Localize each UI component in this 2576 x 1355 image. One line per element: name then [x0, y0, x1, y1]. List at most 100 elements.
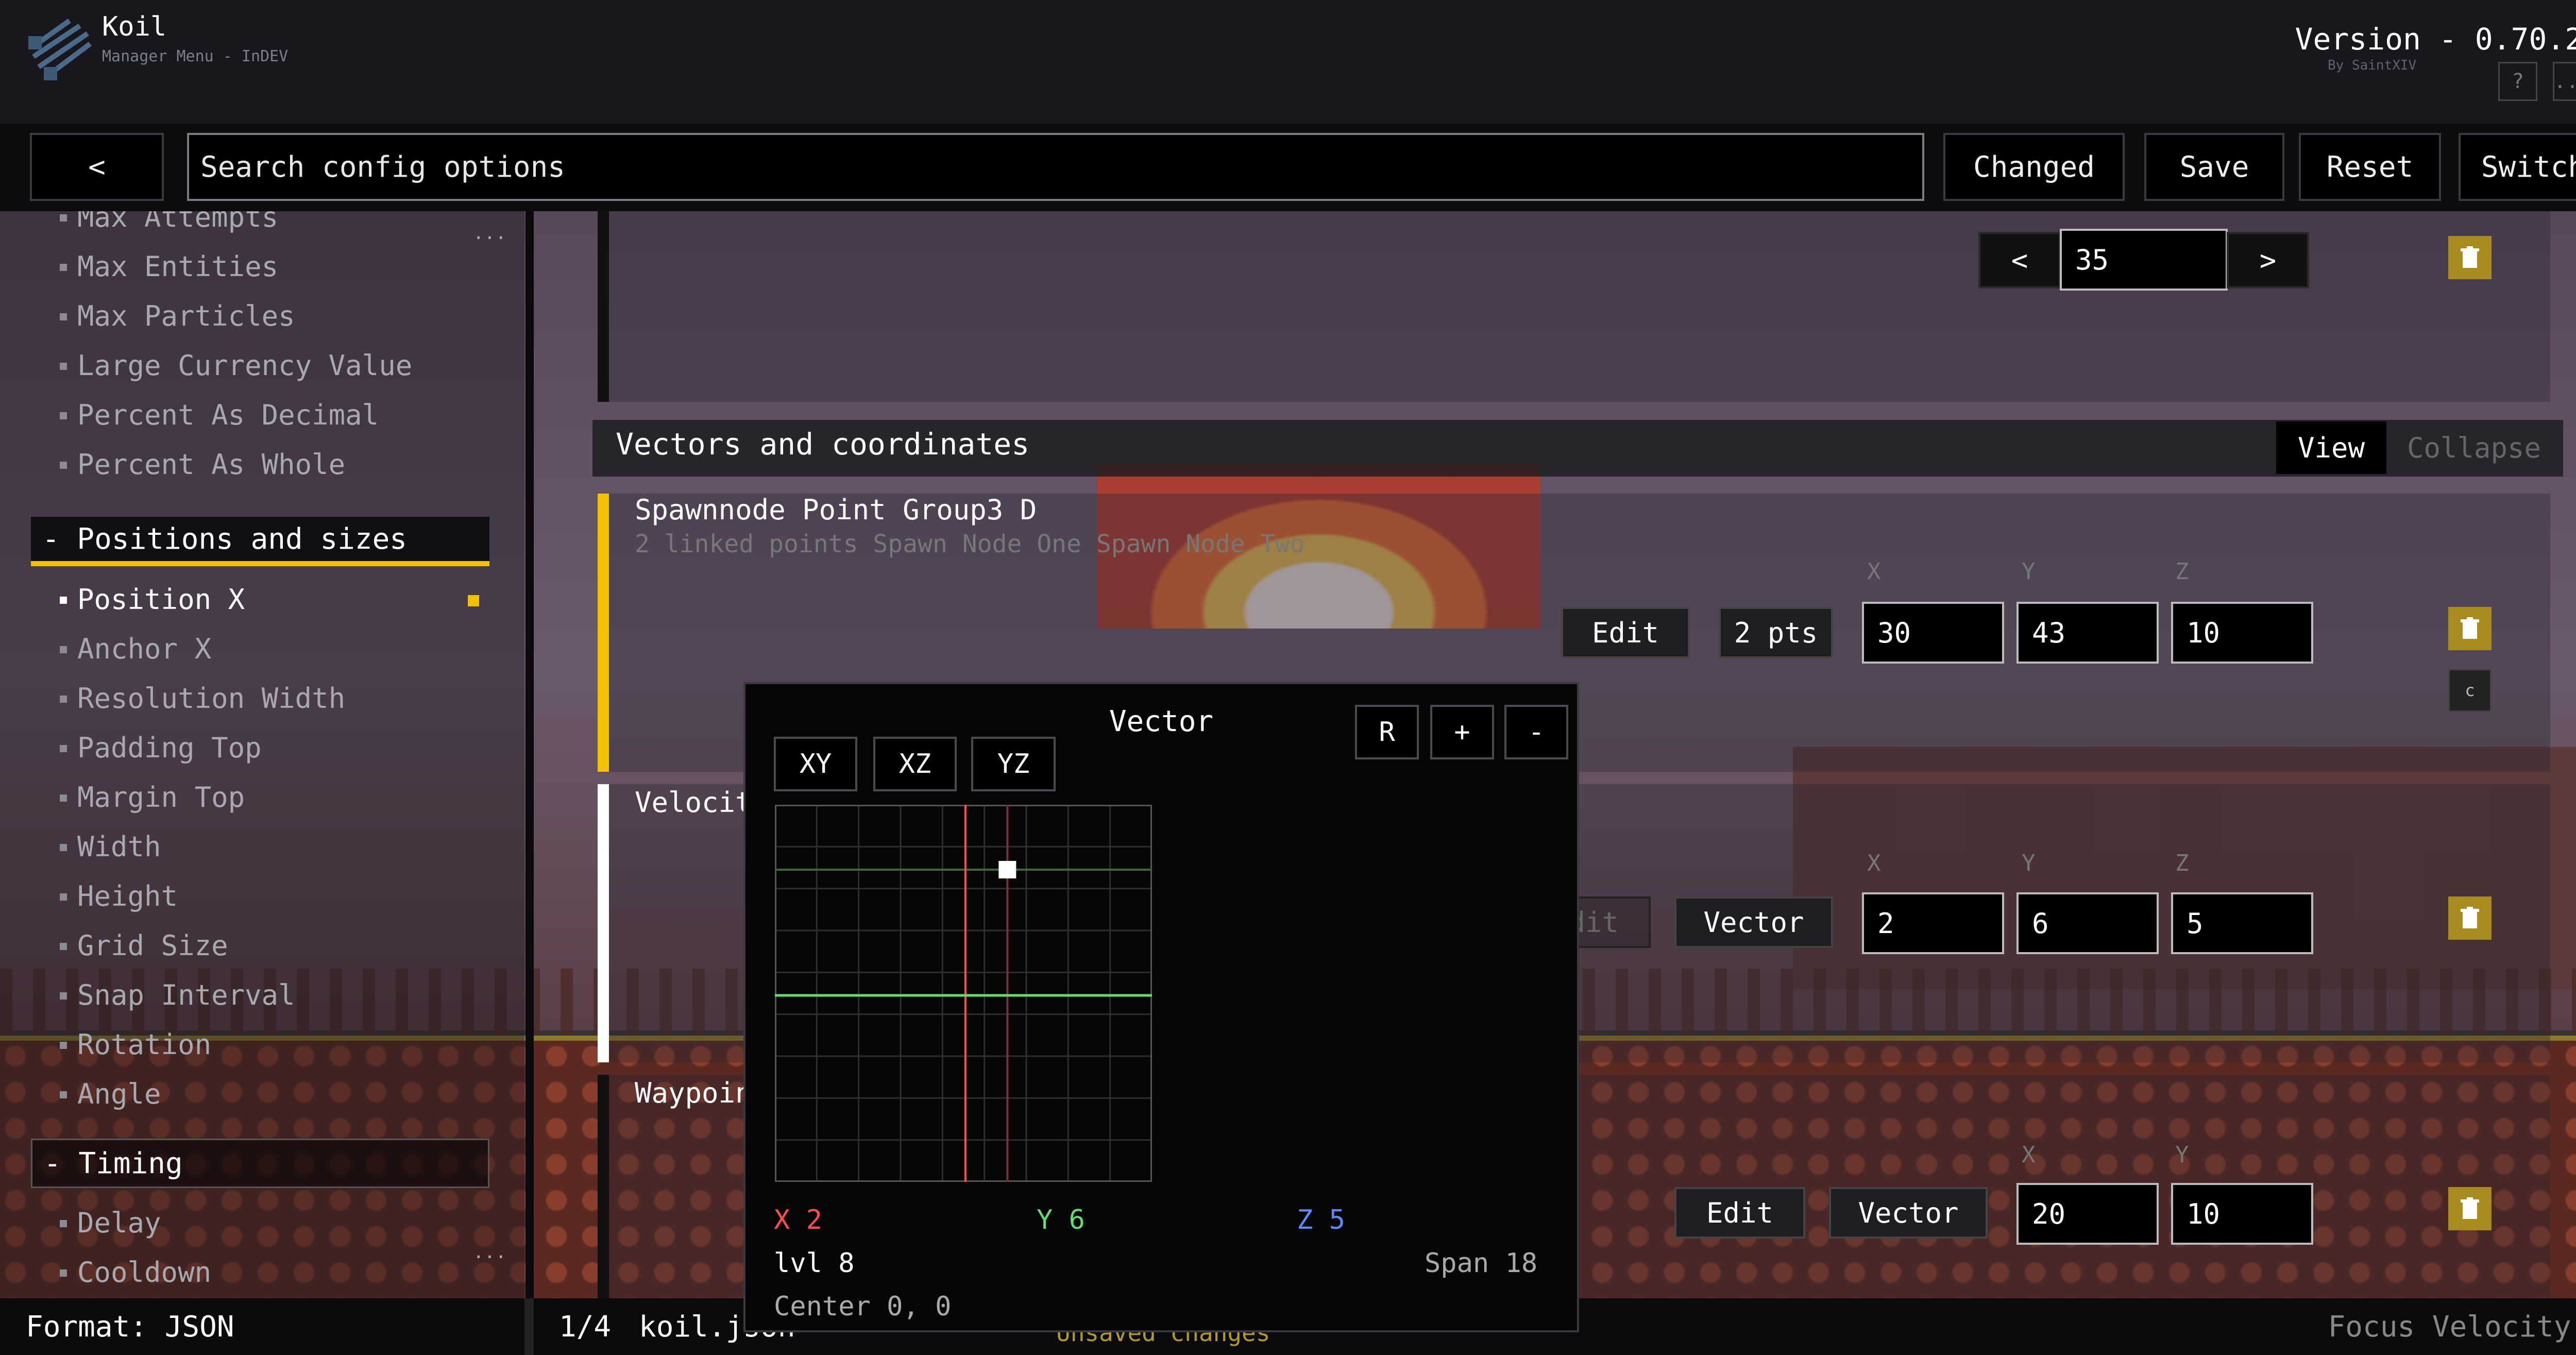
chevron-right-icon: >: [2259, 244, 2277, 277]
card-accent: [598, 1075, 609, 1298]
status-focus: Focus Velocity X: [2328, 1310, 2576, 1344]
delete-button[interactable]: [2448, 236, 2492, 279]
sidebar-item-percent-as-decimal[interactable]: Percent As Decimal: [59, 399, 379, 431]
waypoint-edit-button[interactable]: Edit: [1674, 1187, 1805, 1239]
app-title: Koil: [102, 11, 167, 42]
popup-r-button[interactable]: R: [1355, 705, 1419, 759]
spawnnode-edit-button[interactable]: Edit: [1561, 607, 1690, 658]
y-axis-label: Y: [2022, 850, 2036, 876]
sidebar-section-positions[interactable]: - Positions and sizes: [31, 517, 489, 566]
popup-plus-button[interactable]: +: [1430, 705, 1494, 759]
spawnnode-pts-button[interactable]: 2 pts: [1719, 607, 1833, 658]
sidebar-item-delay[interactable]: Delay: [60, 1207, 161, 1239]
card-accent-changed: [598, 494, 609, 772]
status-divider: [524, 1298, 534, 1355]
help-button[interactable]: ?: [2498, 62, 2537, 101]
tab-xz[interactable]: XZ: [873, 737, 957, 791]
view-button[interactable]: View: [2276, 421, 2386, 474]
stepper-value[interactable]: 35: [2060, 229, 2228, 291]
sidebar-ellipsis[interactable]: ...: [473, 223, 506, 244]
stepper-prev-button[interactable]: <: [1978, 232, 2061, 289]
vector-popup[interactable]: Vector R + - XY XZ YZ X 2 Y 6 Z 5 lvl 8 …: [743, 682, 1579, 1332]
sidebar-item-grid-size[interactable]: Grid Size: [60, 929, 228, 962]
sidebar-divider[interactable]: [526, 211, 534, 1298]
y-axis-label: Y: [2175, 1142, 2189, 1168]
waypoint-y-field[interactable]: 10: [2171, 1183, 2313, 1245]
sidebar-item-width[interactable]: Width: [60, 831, 161, 863]
sidebar-item-height[interactable]: Height: [59, 880, 178, 912]
velocity-y-field[interactable]: 6: [2016, 892, 2159, 954]
span-readout: Span 18: [1425, 1248, 1538, 1279]
sidebar-item-padding-top[interactable]: Padding Top: [60, 732, 262, 764]
sidebar-item-snap-interval[interactable]: Snap Interval: [60, 979, 295, 1011]
waypoint-vector-button[interactable]: Vector: [1829, 1187, 1988, 1239]
y-axis-label: Y: [2022, 558, 2036, 585]
popup-minus-button[interactable]: -: [1504, 705, 1568, 759]
changed-button[interactable]: Changed: [1943, 133, 2125, 201]
z-axis-label: Z: [2175, 850, 2189, 876]
sidebar-item-cooldown[interactable]: Cooldown: [59, 1256, 211, 1289]
search-input[interactable]: [187, 133, 1924, 201]
card-accent-focused: [598, 784, 609, 1062]
more-button[interactable]: ...: [2553, 62, 2576, 101]
sidebar-item-large-currency-value[interactable]: Large Currency Value: [59, 349, 412, 382]
switch-button[interactable]: Switch: [2459, 133, 2576, 201]
zoom-level: lvl 8: [774, 1248, 855, 1279]
spawnnode-z-field[interactable]: 10: [2171, 602, 2313, 664]
status-page: 1/4: [559, 1310, 612, 1344]
app-subtitle: Manager Menu - InDEV: [102, 47, 289, 65]
vector-point-handle[interactable]: [998, 861, 1016, 878]
trash-icon: [2461, 246, 2479, 268]
reset-button[interactable]: Reset: [2299, 133, 2441, 201]
sidebar-ellipsis-bottom[interactable]: ...: [473, 1242, 506, 1263]
spawnnode-title: Spawnnode Point Group3 D: [635, 494, 1037, 526]
sidebar-item-max-attempts[interactable]: Max Attempts: [59, 211, 278, 233]
tab-xy[interactable]: XY: [774, 737, 857, 791]
stepper-next-button[interactable]: >: [2227, 232, 2309, 289]
save-button[interactable]: Save: [2144, 133, 2284, 201]
sidebar-item-position-x[interactable]: Position X: [59, 583, 245, 616]
velocity-vector-button[interactable]: Vector: [1674, 896, 1833, 948]
trash-icon: [2461, 617, 2479, 639]
sidebar-item-max-particles[interactable]: Max Particles: [60, 300, 295, 332]
card-accent: [598, 211, 609, 402]
tab-yz[interactable]: YZ: [971, 737, 1056, 791]
sidebar-item-rotation[interactable]: Rotation: [59, 1028, 211, 1061]
sidebar-item-margin-top[interactable]: Margin Top: [59, 781, 245, 814]
back-button[interactable]: <: [30, 133, 164, 201]
sidebar-section-timing[interactable]: - Timing: [31, 1139, 489, 1188]
sidebar-item-max-entities[interactable]: Max Entities: [59, 250, 278, 283]
chevron-left-icon: <: [2011, 244, 2028, 277]
section-title: Vectors and coordinates: [616, 427, 1030, 462]
graph-border: [775, 805, 1152, 1182]
velocity-delete-button[interactable]: [2448, 896, 2492, 940]
status-format: Format: JSON: [26, 1310, 234, 1344]
z-axis-label: Z: [2175, 558, 2189, 585]
spawnnode-delete-button[interactable]: [2448, 607, 2492, 650]
more-icon: ...: [2553, 70, 2576, 93]
center-readout: Center 0, 0: [774, 1291, 952, 1322]
trash-icon: [2461, 907, 2479, 928]
spawnnode-subtitle: 2 linked points Spawn Node One Spawn Nod…: [635, 530, 1305, 558]
x-axis-label: X: [2022, 1142, 2036, 1168]
spawnnode-x-field[interactable]: 30: [1862, 602, 2004, 664]
spawnnode-y-field[interactable]: 43: [2016, 602, 2159, 664]
velocity-z-field[interactable]: 5: [2171, 892, 2313, 954]
spawnnode-reset-button[interactable]: c: [2448, 669, 2492, 712]
chevron-left-icon: <: [88, 150, 106, 184]
sidebar: Max Attempts ... Max Entities Max Partic…: [0, 211, 524, 1298]
version-author: By SaintXIV: [2328, 58, 2417, 73]
waypoint-delete-button[interactable]: [2448, 1187, 2492, 1230]
sidebar-item-resolution-width[interactable]: Resolution Width: [59, 682, 345, 715]
sidebar-item-anchor-x[interactable]: Anchor X: [59, 633, 211, 665]
waypoint-x-field[interactable]: 20: [2016, 1183, 2159, 1245]
x-readout: X 2: [774, 1205, 822, 1235]
app-header: Koil Manager Menu - InDEV Version - 0.70…: [0, 0, 2576, 124]
vector-graph[interactable]: [775, 805, 1152, 1182]
sidebar-item-percent-as-whole[interactable]: Percent As Whole: [59, 448, 345, 481]
sidebar-item-angle[interactable]: Angle: [60, 1078, 161, 1110]
x-axis-label: X: [1867, 850, 1881, 876]
collapse-button[interactable]: Collapse: [2386, 421, 2562, 474]
velocity-x-field[interactable]: 2: [1862, 892, 2004, 954]
help-icon: ?: [2511, 70, 2524, 93]
